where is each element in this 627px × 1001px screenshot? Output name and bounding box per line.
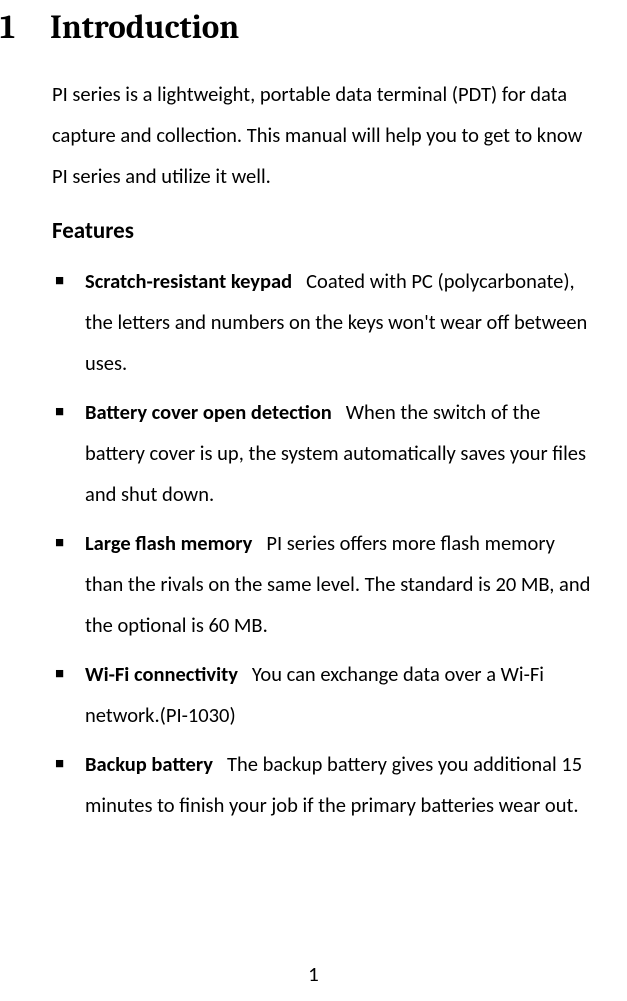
feature-title: Wi-Fi connectivity (85, 661, 238, 687)
feature-title: Battery cover open detection (85, 399, 332, 425)
list-item: Scratch-resistant keypadCoated with PC (… (0, 261, 597, 384)
document-page: 1 Introduction PI series is a lightweigh… (0, 0, 627, 1001)
list-item: Backup batteryThe backup battery gives y… (0, 744, 597, 826)
list-item: Wi-Fi connectivityYou can exchange data … (0, 654, 597, 736)
features-heading: Features (52, 217, 597, 245)
chapter-heading: 1 Introduction (0, 10, 597, 46)
list-item: Battery cover open detectionWhen the swi… (0, 392, 597, 515)
feature-title: Scratch-resistant keypad (85, 268, 292, 294)
list-item: Large flash memoryPI series offers more … (0, 523, 597, 646)
chapter-title: Introduction (50, 10, 239, 46)
feature-title: Large flash memory (85, 530, 252, 556)
features-list: Scratch-resistant keypadCoated with PC (… (0, 261, 597, 826)
chapter-number: 1 (0, 10, 50, 46)
intro-paragraph: PI series is a lightweight, portable dat… (52, 74, 597, 197)
feature-title: Backup battery (85, 751, 213, 777)
page-number: 1 (0, 961, 627, 987)
